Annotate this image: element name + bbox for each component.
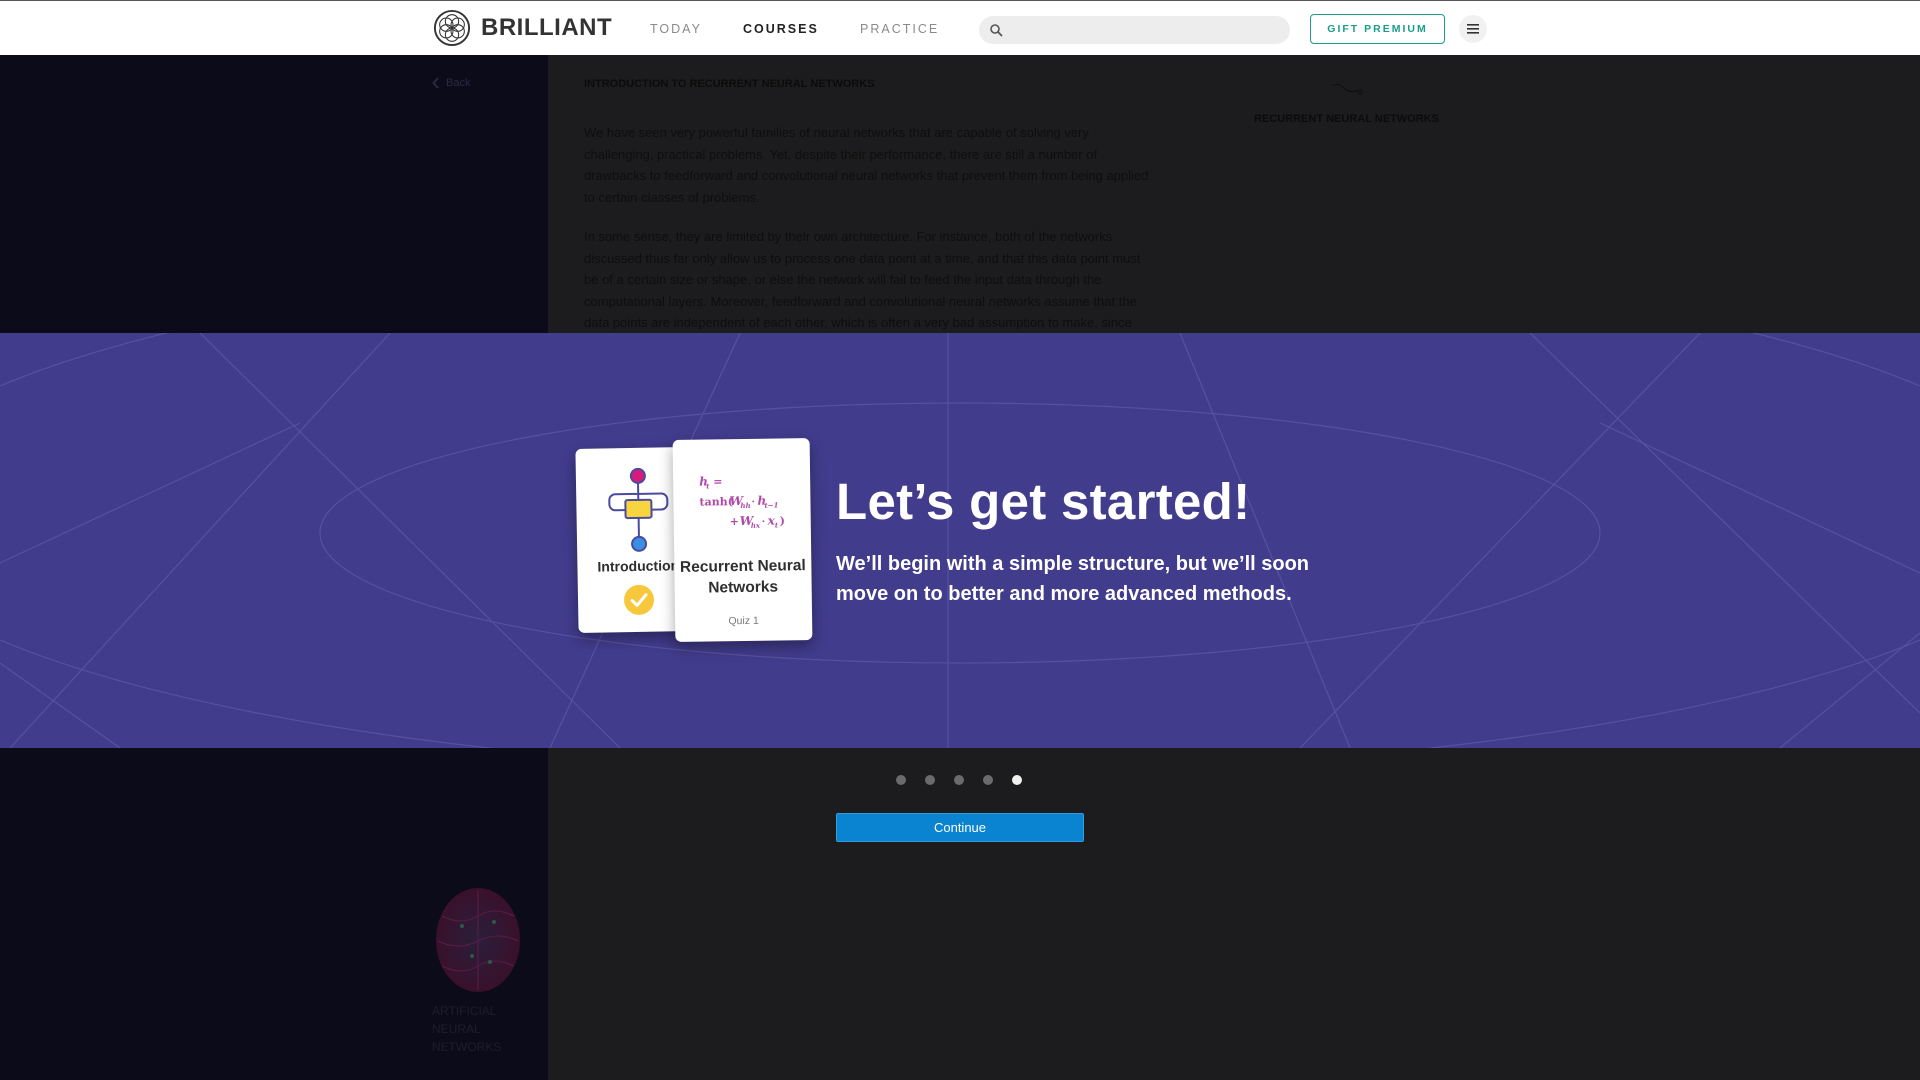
pager-dots <box>896 775 1022 785</box>
search-input[interactable] <box>1011 20 1281 40</box>
svg-text:hh: hh <box>740 501 750 510</box>
search-icon <box>990 24 1003 37</box>
brain-icon <box>436 888 520 992</box>
right-panel-title: RECURRENT NEURAL NETWORKS <box>1254 113 1439 125</box>
intro-card[interactable]: Introduction <box>575 447 689 633</box>
pager-dot[interactable] <box>925 775 935 785</box>
gift-premium-button[interactable]: GIFT PREMIUM <box>1310 14 1445 44</box>
svg-text:t−1: t−1 <box>764 500 778 509</box>
nav-link-today[interactable]: TODAY <box>650 22 702 36</box>
rnn-diagram-icon <box>608 467 669 552</box>
brand-logo[interactable]: BRILLIANT <box>433 9 612 47</box>
back-label: Back <box>446 77 471 89</box>
rnn-thumbnail-icon <box>1331 83 1363 95</box>
svg-text:tanh(: tanh( <box>699 495 733 508</box>
back-link[interactable]: Back <box>432 77 470 89</box>
svg-text:+: + <box>730 515 739 528</box>
svg-text:t: t <box>706 481 710 490</box>
pager-dot[interactable] <box>896 775 906 785</box>
pager-dot-active[interactable] <box>1012 775 1022 785</box>
course-name: ARTIFICIAL NEURAL NETWORKS <box>432 1004 502 1054</box>
rnn-card-label: Recurrent Neural Networks <box>679 557 806 597</box>
article-paragraph: In some sense, they are limited by their… <box>584 229 1141 330</box>
svg-text:·: · <box>762 517 766 528</box>
continue-button[interactable]: Continue <box>836 813 1084 842</box>
rnn-card-sublabel: Quiz 1 <box>728 614 759 628</box>
menu-button[interactable] <box>1459 15 1487 43</box>
article-paragraph: We have seen very powerful families of n… <box>584 125 1149 205</box>
modal-headline: Let’s get started! <box>836 473 1251 530</box>
pager-dot[interactable] <box>983 775 993 785</box>
article-body: We have seen very powerful families of n… <box>584 122 1154 352</box>
top-nav: BRILLIANT TODAY COURSES PRACTICE GIFT PR… <box>0 0 1920 55</box>
svg-text:): ) <box>780 514 785 527</box>
svg-text:·: · <box>751 497 755 508</box>
svg-text:t: t <box>775 520 779 529</box>
svg-text:hx: hx <box>751 521 761 530</box>
brilliant-logo-icon <box>433 9 471 47</box>
chevron-left-icon <box>432 77 439 89</box>
rnn-formula-icon: h t = tanh( W hh · h t−1 + W hx · x t ) <box>699 472 810 544</box>
modal-subline: We’ll begin with a simple structure, but… <box>836 553 1310 605</box>
band-decoration <box>0 333 1920 748</box>
rnn-quiz-card[interactable]: h t = tanh( W hh · h t−1 + W hx · x t ) … <box>672 438 813 642</box>
brand-name: BRILLIANT <box>481 14 613 41</box>
article-title: INTRODUCTION TO RECURRENT NEURAL NETWORK… <box>584 78 875 90</box>
svg-text:=: = <box>713 475 722 488</box>
nav-link-practice[interactable]: PRACTICE <box>860 22 939 36</box>
nav-link-courses[interactable]: COURSES <box>743 22 819 36</box>
intro-modal-band <box>0 333 1920 748</box>
hamburger-icon <box>1467 24 1479 34</box>
check-icon <box>624 584 655 615</box>
search-box[interactable] <box>979 16 1290 44</box>
pager-dot[interactable] <box>954 775 964 785</box>
